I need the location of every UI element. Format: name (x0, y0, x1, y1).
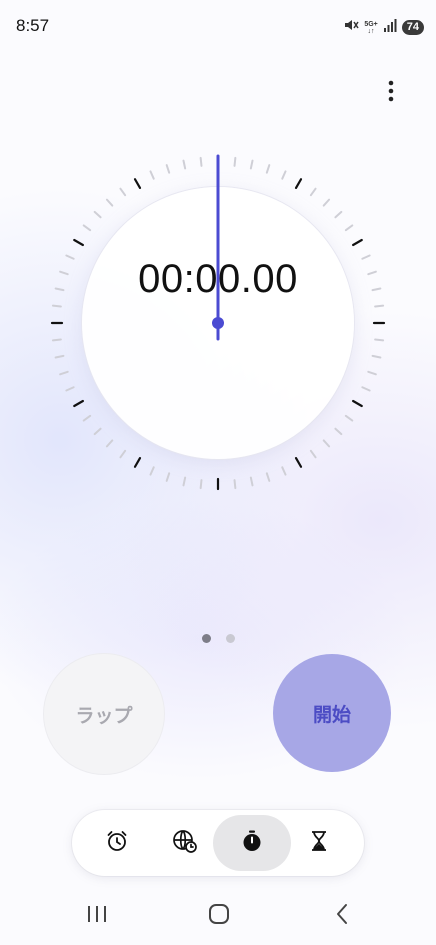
home-button[interactable] (189, 896, 249, 936)
more-options-button[interactable] (376, 78, 406, 108)
recent-apps-icon (86, 904, 108, 929)
alarm-icon (105, 829, 129, 858)
page-dot-2[interactable] (225, 634, 235, 643)
network-type: 5G+ ↓↑ (364, 20, 378, 35)
mute-icon (343, 17, 359, 38)
home-icon (208, 903, 230, 930)
lap-button[interactable]: ラップ (44, 654, 164, 774)
stopwatch-icon (240, 829, 264, 858)
world-clock-icon (172, 828, 198, 859)
page-indicator (0, 634, 436, 643)
tab-timer[interactable] (280, 815, 358, 871)
back-icon (334, 903, 350, 930)
more-vertical-icon (388, 80, 394, 107)
stopwatch-hand (212, 154, 224, 341)
back-button[interactable] (312, 896, 372, 936)
signal-icon (383, 18, 397, 37)
status-time: 8:57 (16, 16, 50, 35)
timer-icon (307, 829, 331, 858)
tab-alarm[interactable] (78, 815, 156, 871)
recent-apps-button[interactable] (67, 896, 127, 936)
battery-icon: 74 (401, 20, 424, 35)
system-navigation-bar (0, 890, 436, 945)
status-bar: 8:57 5G+ ↓↑ 74 (0, 0, 436, 52)
status-icons: 5G+ ↓↑ 74 (343, 17, 424, 38)
page-dot-1[interactable] (201, 634, 211, 643)
start-button[interactable]: 開始 (273, 654, 391, 772)
bottom-tab-bar (72, 810, 364, 876)
